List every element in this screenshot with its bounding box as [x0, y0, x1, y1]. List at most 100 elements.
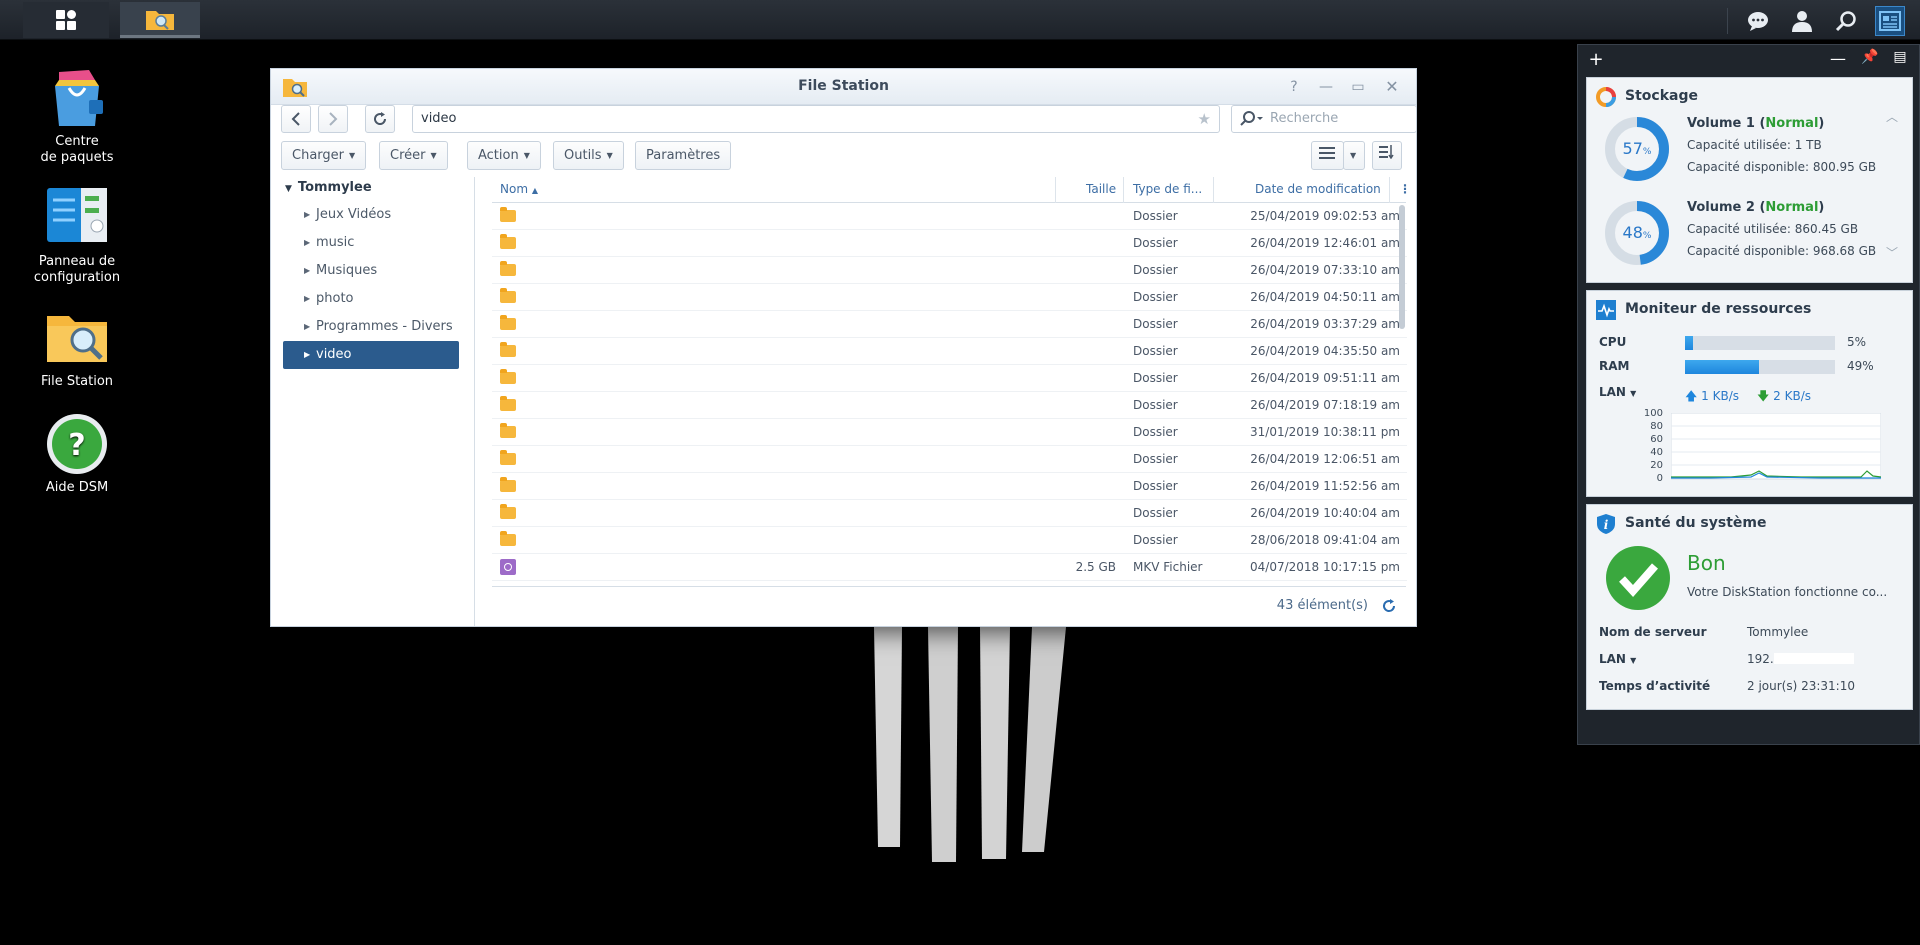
minimize-button[interactable]: — [1316, 77, 1336, 97]
pin-widgets-button[interactable]: 📌 [1860, 49, 1880, 65]
taskbar-filestation-button[interactable] [120, 2, 200, 38]
back-button[interactable] [281, 105, 311, 133]
file-modified-date: 26/04/2019 12:46:01 am [1250, 236, 1400, 250]
window-title: File Station [798, 78, 889, 94]
chat-button[interactable] [1743, 6, 1773, 36]
table-row[interactable]: Dossier 26/04/2019 12:46:01 am [492, 230, 1407, 257]
settings-button[interactable]: Paramètres [635, 141, 732, 170]
desktop-dsm-help[interactable]: ? Aide DSM [17, 412, 137, 496]
file-modified-date: 26/04/2019 10:40:04 am [1250, 506, 1400, 520]
resource-monitor-title: Moniteur de ressources [1625, 301, 1812, 317]
view-options-dropdown[interactable]: ▼ [1343, 141, 1365, 170]
tree-root[interactable]: ▼ Tommylee [285, 180, 372, 195]
tree-item-music[interactable]: ▶ music [283, 229, 459, 257]
action-button[interactable]: Action ▼ [467, 141, 541, 170]
file-modified-date: 26/04/2019 03:37:29 am [1250, 317, 1400, 331]
tree-item-label: Programmes - Divers [316, 319, 453, 334]
add-widget-button[interactable]: + [1586, 49, 1606, 70]
redacted-filename [707, 427, 1037, 438]
desktop-control-panel[interactable]: Panneau de configuration [17, 186, 137, 286]
table-row[interactable]: Dossier 26/04/2019 09:51:11 am [492, 365, 1407, 392]
widgets-button[interactable] [1875, 6, 1905, 36]
check-icon [1606, 546, 1670, 610]
chart-y-tick: 0 [1656, 473, 1663, 484]
refresh-icon [1383, 599, 1396, 612]
column-header-modified[interactable]: Date de modification [1255, 182, 1381, 196]
column-menu-button[interactable]: ⋮ [1399, 182, 1411, 196]
view-list-button[interactable] [1311, 141, 1344, 170]
desktop-package-center[interactable]: Centre de paquets [17, 66, 137, 166]
sort-button[interactable] [1372, 141, 1402, 170]
collapse-icon[interactable]: ︿ [1886, 108, 1898, 125]
maximize-icon: ▭ [1351, 79, 1365, 95]
tree-item-photo[interactable]: ▶ photo [283, 285, 459, 313]
column-separator[interactable] [1055, 177, 1056, 203]
refresh-button[interactable] [365, 105, 395, 133]
tree-item-video[interactable]: ▶ video [283, 341, 459, 369]
column-header-type[interactable]: Type de fi... [1133, 182, 1202, 196]
scrollbar-thumb[interactable] [1399, 205, 1405, 329]
table-row[interactable]: Dossier 26/04/2019 12:06:51 am [492, 446, 1407, 473]
table-row[interactable]: Dossier 26/04/2019 10:40:04 am [492, 500, 1407, 527]
help-button[interactable]: ? [1284, 77, 1304, 97]
svg-text:i: i [1604, 518, 1609, 532]
maximize-button[interactable]: ▭ [1348, 77, 1368, 97]
column-separator[interactable] [1389, 177, 1390, 203]
table-row[interactable]: Dossier 25/04/2019 09:02:53 am [492, 203, 1407, 230]
column-separator[interactable] [1123, 177, 1124, 203]
tree-item-programmes-divers[interactable]: ▶ Programmes - Divers [283, 313, 459, 341]
column-header-size[interactable]: Taille [1086, 182, 1116, 196]
table-row[interactable]: Dossier 26/04/2019 07:33:10 am [492, 257, 1407, 284]
list-footer: 43 élément(s) [492, 586, 1406, 626]
desktop-file-station[interactable]: File Station [17, 306, 137, 390]
footer-refresh-button[interactable] [1382, 599, 1396, 617]
column-header-name[interactable]: Nom ▲ [500, 182, 538, 196]
table-row[interactable]: Dossier 26/04/2019 11:52:56 am [492, 473, 1407, 500]
folder-icon [500, 342, 516, 357]
user-button[interactable] [1787, 6, 1817, 36]
redacted-filename [707, 400, 1037, 411]
minus-icon: — [1830, 49, 1846, 68]
tools-label: Outils [564, 148, 602, 163]
search-button[interactable] [1831, 6, 1861, 36]
list-view-icon [1319, 147, 1335, 159]
table-row[interactable]: Dossier 28/06/2018 09:41:04 am [492, 527, 1407, 554]
lan-download-value: 2 KB/s [1773, 389, 1812, 403]
toolbar: Charger ▼ Créer ▼ Action ▼ Outils ▼ Paramètr… [281, 141, 1406, 171]
create-button[interactable]: Créer ▼ [379, 141, 448, 170]
close-button[interactable]: ✕ [1382, 77, 1402, 97]
table-row[interactable]: Dossier 26/04/2019 07:18:19 am [492, 392, 1407, 419]
column-separator[interactable] [1213, 177, 1214, 203]
widget-panel-header: + — 📌 ▤ [1578, 45, 1919, 73]
tree-item-musiques[interactable]: ▶ Musiques [283, 257, 459, 285]
grid-icon [56, 10, 76, 30]
collapse-widgets-button[interactable]: — [1828, 49, 1848, 68]
create-label: Créer [390, 148, 426, 163]
lan-dropdown[interactable]: LAN ▼ [1599, 385, 1636, 399]
panel-settings-button[interactable]: ▤ [1890, 49, 1910, 65]
volume-2-label: Volume 2 [1687, 200, 1755, 215]
expand-icon[interactable]: ﹀ [1886, 244, 1898, 261]
favorite-star-icon[interactable]: ★ [1198, 110, 1211, 128]
path-field[interactable]: video ★ [412, 105, 1220, 133]
main-menu-button[interactable] [23, 2, 109, 38]
close-icon: ✕ [1385, 77, 1399, 96]
forward-button[interactable] [318, 105, 348, 133]
health-lan-dropdown[interactable]: LAN ▼ [1599, 652, 1636, 666]
table-row[interactable]: 2.5 GB MKV Fichier 04/07/2018 10:17:15 pm [492, 554, 1407, 581]
table-row[interactable]: Dossier 31/01/2019 10:38:11 pm [492, 419, 1407, 446]
redacted-filename [707, 238, 1037, 249]
search-input[interactable]: Recherche [1231, 105, 1417, 133]
tools-button[interactable]: Outils ▼ [553, 141, 624, 170]
window-titlebar[interactable]: File Station ? — ▭ ✕ [271, 69, 1416, 105]
refresh-icon [374, 112, 387, 125]
table-row[interactable]: Dossier 26/04/2019 03:37:29 am [492, 311, 1407, 338]
upload-button[interactable]: Charger ▼ [281, 141, 367, 170]
table-row[interactable]: Dossier 26/04/2019 04:50:11 am [492, 284, 1407, 311]
column-type-label: Type de fi... [1133, 182, 1203, 196]
table-row[interactable]: Dossier 26/04/2019 04:35:50 am [492, 338, 1407, 365]
tree-item-jeux-videos[interactable]: ▶ Jeux Vidéos [283, 201, 459, 229]
ram-percent: 49% [1847, 359, 1874, 373]
caret-right-icon: ▶ [304, 266, 311, 275]
column-name-label: Nom [500, 182, 529, 196]
